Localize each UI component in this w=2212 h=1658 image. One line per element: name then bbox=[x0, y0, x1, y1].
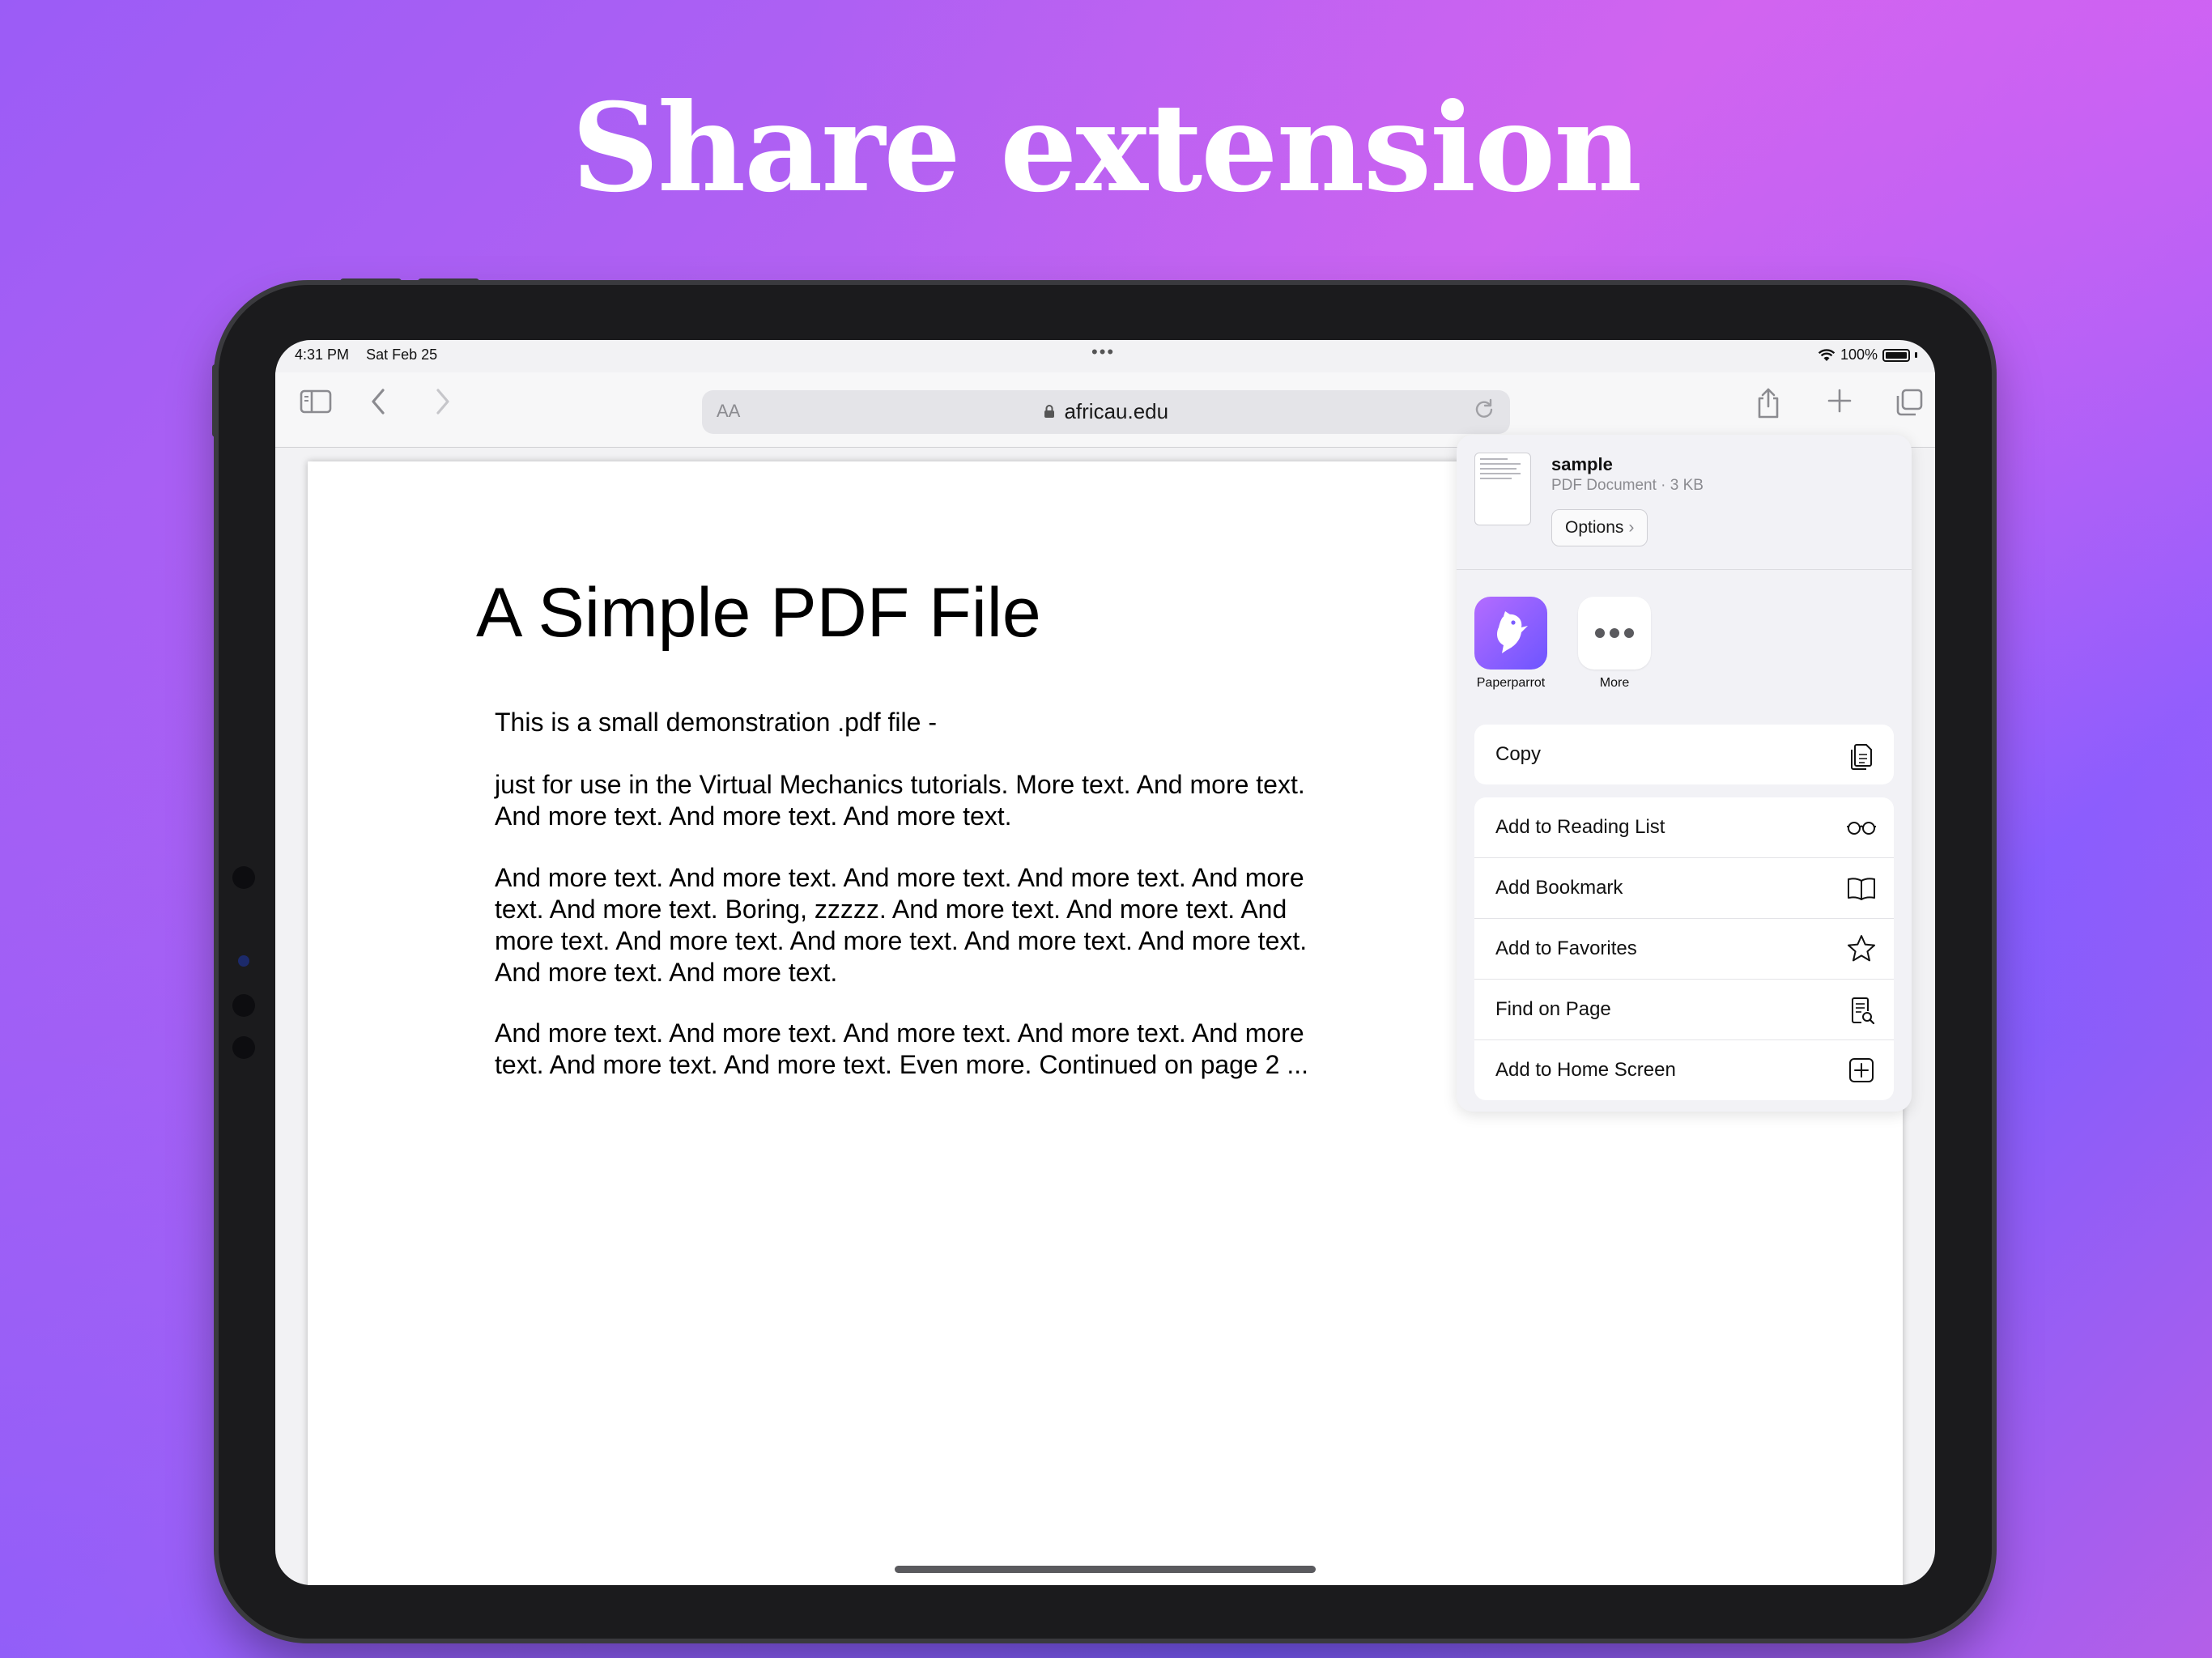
battery-icon bbox=[1882, 348, 1910, 362]
action-label: Add Bookmark bbox=[1495, 877, 1623, 899]
status-bar-right: 100% bbox=[1818, 346, 1917, 363]
action-label: Copy bbox=[1495, 743, 1542, 765]
action-label: Add to Home Screen bbox=[1495, 1059, 1676, 1081]
lock-icon bbox=[1044, 405, 1060, 423]
glasses-icon bbox=[1847, 822, 1876, 835]
tabs-overview-icon[interactable] bbox=[1891, 387, 1927, 423]
status-date: Sat Feb 25 bbox=[366, 346, 438, 363]
app-label: More bbox=[1599, 676, 1630, 690]
pdf-paragraph: And more text. And more text. And more t… bbox=[495, 863, 1308, 987]
action-label: Find on Page bbox=[1495, 998, 1611, 1020]
app-more[interactable]: More bbox=[1576, 597, 1653, 691]
pdf-title: A Simple PDF File bbox=[476, 574, 1041, 652]
actions-group: Add to Reading List Add Bookmark Add to … bbox=[1474, 797, 1894, 1100]
star-icon bbox=[1848, 935, 1875, 962]
book-icon bbox=[1848, 878, 1875, 900]
volume-button bbox=[340, 278, 402, 285]
back-icon[interactable] bbox=[361, 387, 397, 423]
camera-lens bbox=[232, 866, 255, 889]
battery-percent: 100% bbox=[1840, 346, 1878, 363]
new-tab-icon[interactable] bbox=[1822, 387, 1857, 423]
camera-lens bbox=[232, 1036, 255, 1059]
action-label: Add to Reading List bbox=[1495, 816, 1665, 838]
action-add-home-screen[interactable]: Add to Home Screen bbox=[1474, 1040, 1894, 1100]
headline: Share extension bbox=[571, 77, 1642, 219]
plus-square-icon bbox=[1849, 1058, 1874, 1082]
action-add-reading-list[interactable]: Add to Reading List bbox=[1474, 797, 1894, 858]
action-add-favorites[interactable]: Add to Favorites bbox=[1474, 919, 1894, 980]
status-bar-left: 4:31 PM Sat Feb 25 bbox=[295, 346, 450, 363]
more-dots-icon bbox=[1578, 597, 1651, 670]
pdf-paragraph: just for use in the Virtual Mechanics tu… bbox=[495, 770, 1305, 831]
app-label: Paperparrot bbox=[1476, 676, 1546, 690]
action-add-bookmark[interactable]: Add Bookmark bbox=[1474, 858, 1894, 919]
url-display: africau.edu bbox=[702, 399, 1510, 424]
home-indicator bbox=[895, 1566, 1316, 1573]
options-label: Options bbox=[1565, 518, 1624, 537]
share-sheet: sample PDF Document · 3 KB Options › Pape… bbox=[1457, 435, 1912, 1112]
address-bar[interactable]: AA africau.edu bbox=[702, 390, 1510, 434]
copy-group: Copy bbox=[1474, 725, 1894, 784]
pdf-paragraph: And more text. And more text. And more t… bbox=[495, 1018, 1309, 1079]
copy-icon bbox=[1851, 744, 1872, 770]
wifi-icon bbox=[1818, 348, 1836, 361]
document-thumbnail bbox=[1474, 453, 1531, 525]
app-paperparrot[interactable]: Paperparrot bbox=[1473, 597, 1549, 691]
forward-icon[interactable] bbox=[424, 387, 460, 423]
share-header: sample PDF Document · 3 KB Options › bbox=[1457, 435, 1912, 570]
volume-button bbox=[418, 278, 479, 285]
document-name: sample bbox=[1551, 454, 1613, 474]
find-doc-icon bbox=[1852, 997, 1875, 1025]
action-label: Add to Favorites bbox=[1495, 937, 1637, 959]
camera-lens bbox=[232, 994, 255, 1017]
document-meta: PDF Document · 3 KB bbox=[1551, 477, 1704, 494]
action-copy[interactable]: Copy bbox=[1474, 725, 1894, 784]
sidebar-icon[interactable] bbox=[298, 387, 334, 423]
options-button[interactable]: Options › bbox=[1551, 509, 1648, 546]
action-find-on-page[interactable]: Find on Page bbox=[1474, 980, 1894, 1040]
multitasking-dots-icon[interactable]: ••• bbox=[1091, 342, 1115, 363]
battery-tip bbox=[1915, 352, 1917, 358]
share-icon[interactable] bbox=[1750, 387, 1786, 423]
chevron-right-icon: › bbox=[1628, 518, 1635, 537]
pdf-paragraph: This is a small demonstration .pdf file … bbox=[495, 708, 937, 737]
paperparrot-app-icon bbox=[1474, 597, 1547, 670]
camera-lens bbox=[238, 955, 249, 967]
status-time: 4:31 PM bbox=[295, 346, 350, 363]
power-button bbox=[212, 364, 219, 437]
reload-icon[interactable] bbox=[1473, 397, 1495, 426]
url-text: africau.edu bbox=[1064, 399, 1169, 423]
